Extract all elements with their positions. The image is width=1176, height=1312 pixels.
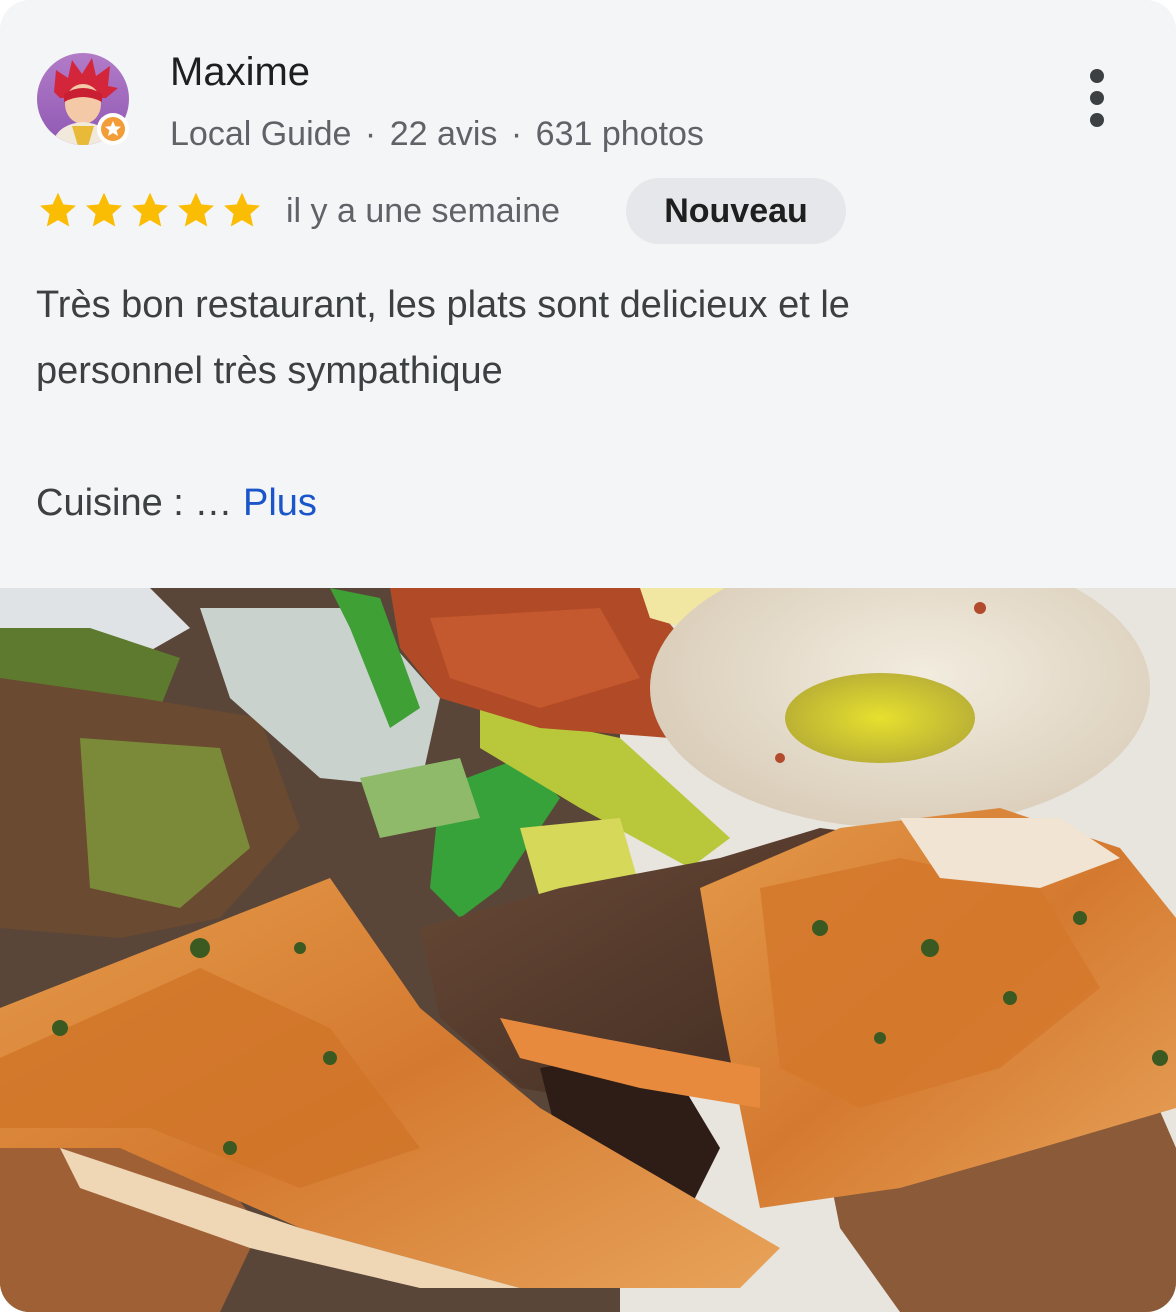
star-icon [86,192,122,227]
author-avatar[interactable] [36,52,130,146]
review-photo[interactable] [0,588,1176,1312]
photos-count: 631 photos [535,115,704,153]
review-text: Très bon restaurant, les plats sont deli… [36,272,1116,404]
separator: · [510,115,523,153]
reviews-count: 22 avis [389,115,498,153]
new-badge: Nouveau [626,178,846,244]
author-meta: Local Guide · 22 avis · 631 photos [170,112,704,156]
more-link[interactable]: Plus [243,482,317,524]
review-header: Maxime Local Guide · 22 avis · 631 photo… [0,0,1176,588]
star-rating [36,188,264,234]
cuisine-label: Cuisine : … [36,482,233,524]
separator: · [364,115,377,153]
star-icon [40,192,76,227]
local-guide-label: Local Guide [170,115,352,153]
star-icon [132,192,168,227]
review-text-line: personnel très sympathique [36,350,503,392]
food-photo-image [0,588,1176,1312]
star-icon [224,192,260,227]
more-vertical-icon [1090,69,1104,127]
review-card: Maxime Local Guide · 22 avis · 631 photo… [0,0,1176,1312]
author-name[interactable]: Maxime [170,48,310,96]
star-icon [178,192,214,227]
review-text-line: Très bon restaurant, les plats sont deli… [36,284,850,326]
more-options-button[interactable] [1072,62,1122,134]
review-time: il y a une semaine [286,192,561,230]
cuisine-line: Cuisine : … Plus [36,470,317,536]
local-guide-badge-icon [97,113,129,145]
